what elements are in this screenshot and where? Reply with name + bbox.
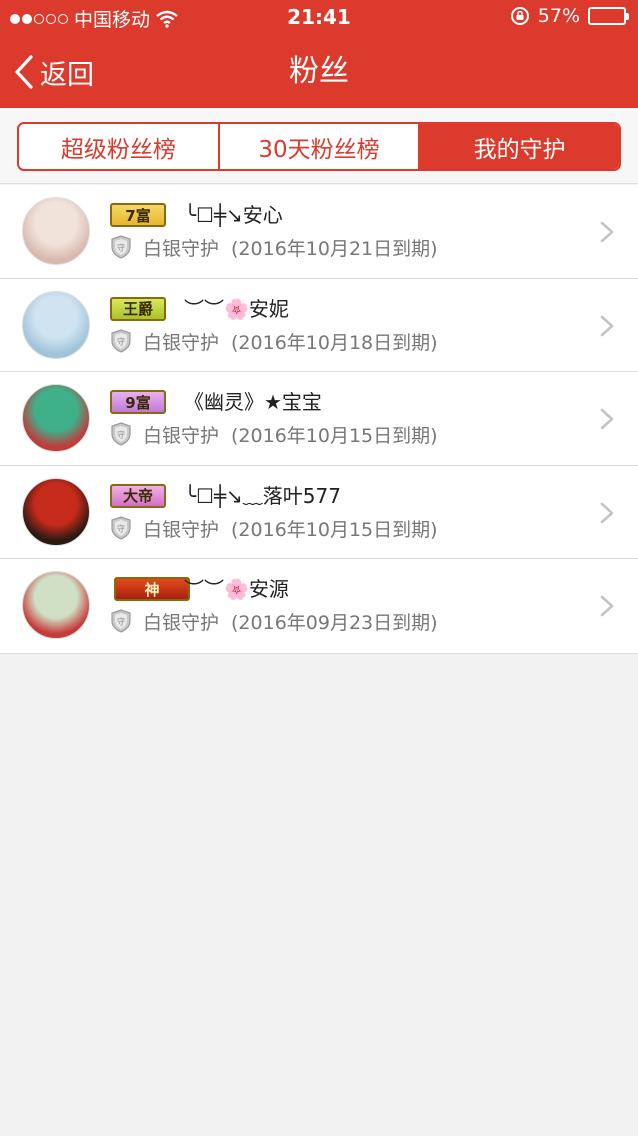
- list-item[interactable]: 王爵 ︶︶🌸安妮 守 白银守护 (2016年10月18日到期): [0, 279, 638, 373]
- battery-percent: 57%: [537, 5, 580, 27]
- svg-text:守: 守: [117, 336, 125, 346]
- user-name: ╰☐╪↘安心: [184, 203, 283, 227]
- tab-super-fans[interactable]: 超级粉丝榜: [19, 124, 220, 169]
- chevron-right-icon: [600, 221, 614, 243]
- nav-bar: 返回 粉丝: [0, 36, 638, 108]
- list-item[interactable]: 7富 ╰☐╪↘安心 守 白银守护 (2016年10月21日到期): [0, 185, 638, 279]
- avatar: [22, 384, 90, 453]
- guard-info: 白银守护 (2016年09月23日到期): [143, 608, 438, 635]
- svg-text:守: 守: [117, 243, 125, 253]
- guard-level: 白银守护: [143, 518, 220, 541]
- level-badge: 大帝: [110, 483, 166, 508]
- battery-icon: [588, 7, 629, 25]
- level-badge: 7富: [110, 203, 166, 227]
- segmented-tabs: 超级粉丝榜 30天粉丝榜 我的守护: [17, 122, 621, 171]
- shield-icon: 守: [111, 328, 131, 353]
- chevron-right-icon: [600, 596, 614, 617]
- guard-level: 白银守护: [143, 612, 220, 635]
- status-bar: 中国移动 21:41 57%: [0, 0, 638, 36]
- shield-icon: 守: [111, 516, 131, 540]
- level-badge: 神: [114, 577, 190, 602]
- svg-text:守: 守: [117, 617, 125, 627]
- guard-info: 白银守护 (2016年10月15日到期): [143, 421, 438, 448]
- guard-info: 白银守护 (2016年10月21日到期): [143, 234, 438, 261]
- level-badge: 9富: [110, 390, 166, 415]
- list-item[interactable]: 大帝 ╰☐╪↘﹏落叶577 守 白银守护 (2016年10月15日到期): [0, 466, 638, 560]
- expiry-date: (2016年10月15日到期): [231, 518, 438, 541]
- svg-text:守: 守: [117, 523, 125, 533]
- shield-icon: 守: [111, 422, 131, 446]
- tab-my-guardian[interactable]: 我的守护: [420, 124, 619, 169]
- shield-icon: 守: [111, 235, 131, 259]
- tab-30day-fans[interactable]: 30天粉丝榜: [220, 124, 421, 169]
- tab-bar-container: 超级粉丝榜 30天粉丝榜 我的守护: [0, 108, 638, 184]
- svg-text:守: 守: [117, 430, 125, 440]
- guard-info: 白银守护 (2016年10月15日到期): [143, 515, 438, 542]
- guard-level: 白银守护: [143, 238, 220, 260]
- guard-level: 白银守护: [143, 331, 220, 354]
- guardian-list: 7富 ╰☐╪↘安心 守 白银守护 (2016年10月21日到期) 王爵 ︶︶🌸安妮…: [0, 185, 638, 654]
- user-name: ︶︶🌸安源: [184, 577, 289, 602]
- guard-level: 白银守护: [143, 425, 220, 448]
- battery-group: 57%: [510, 5, 629, 27]
- rotation-lock-icon: [510, 7, 529, 25]
- level-badge: 王爵: [110, 296, 166, 321]
- list-item[interactable]: 9富 《幽灵》★宝宝 守 白银守护 (2016年10月15日到期): [0, 372, 638, 466]
- user-name: ︶︶🌸安妮: [184, 296, 289, 321]
- avatar: [22, 290, 90, 359]
- avatar: [22, 571, 90, 640]
- expiry-date: (2016年10月18日到期): [231, 331, 438, 354]
- chevron-right-icon: [600, 315, 614, 336]
- avatar: [22, 197, 90, 265]
- chevron-right-icon: [600, 502, 614, 524]
- expiry-date: (2016年10月15日到期): [231, 425, 438, 448]
- user-name: 《幽灵》★宝宝: [184, 390, 322, 415]
- shield-icon: 守: [111, 609, 131, 634]
- list-item[interactable]: 神 ︶︶🌸安源 守 白银守护 (2016年09月23日到期): [0, 559, 638, 653]
- page-title: 粉丝: [289, 54, 349, 89]
- user-name: ╰☐╪↘﹏落叶577: [184, 483, 341, 508]
- expiry-date: (2016年10月21日到期): [231, 238, 438, 260]
- avatar: [22, 477, 90, 546]
- chevron-right-icon: [600, 408, 614, 430]
- guard-info: 白银守护 (2016年10月18日到期): [143, 328, 438, 355]
- expiry-date: (2016年09月23日到期): [231, 612, 438, 635]
